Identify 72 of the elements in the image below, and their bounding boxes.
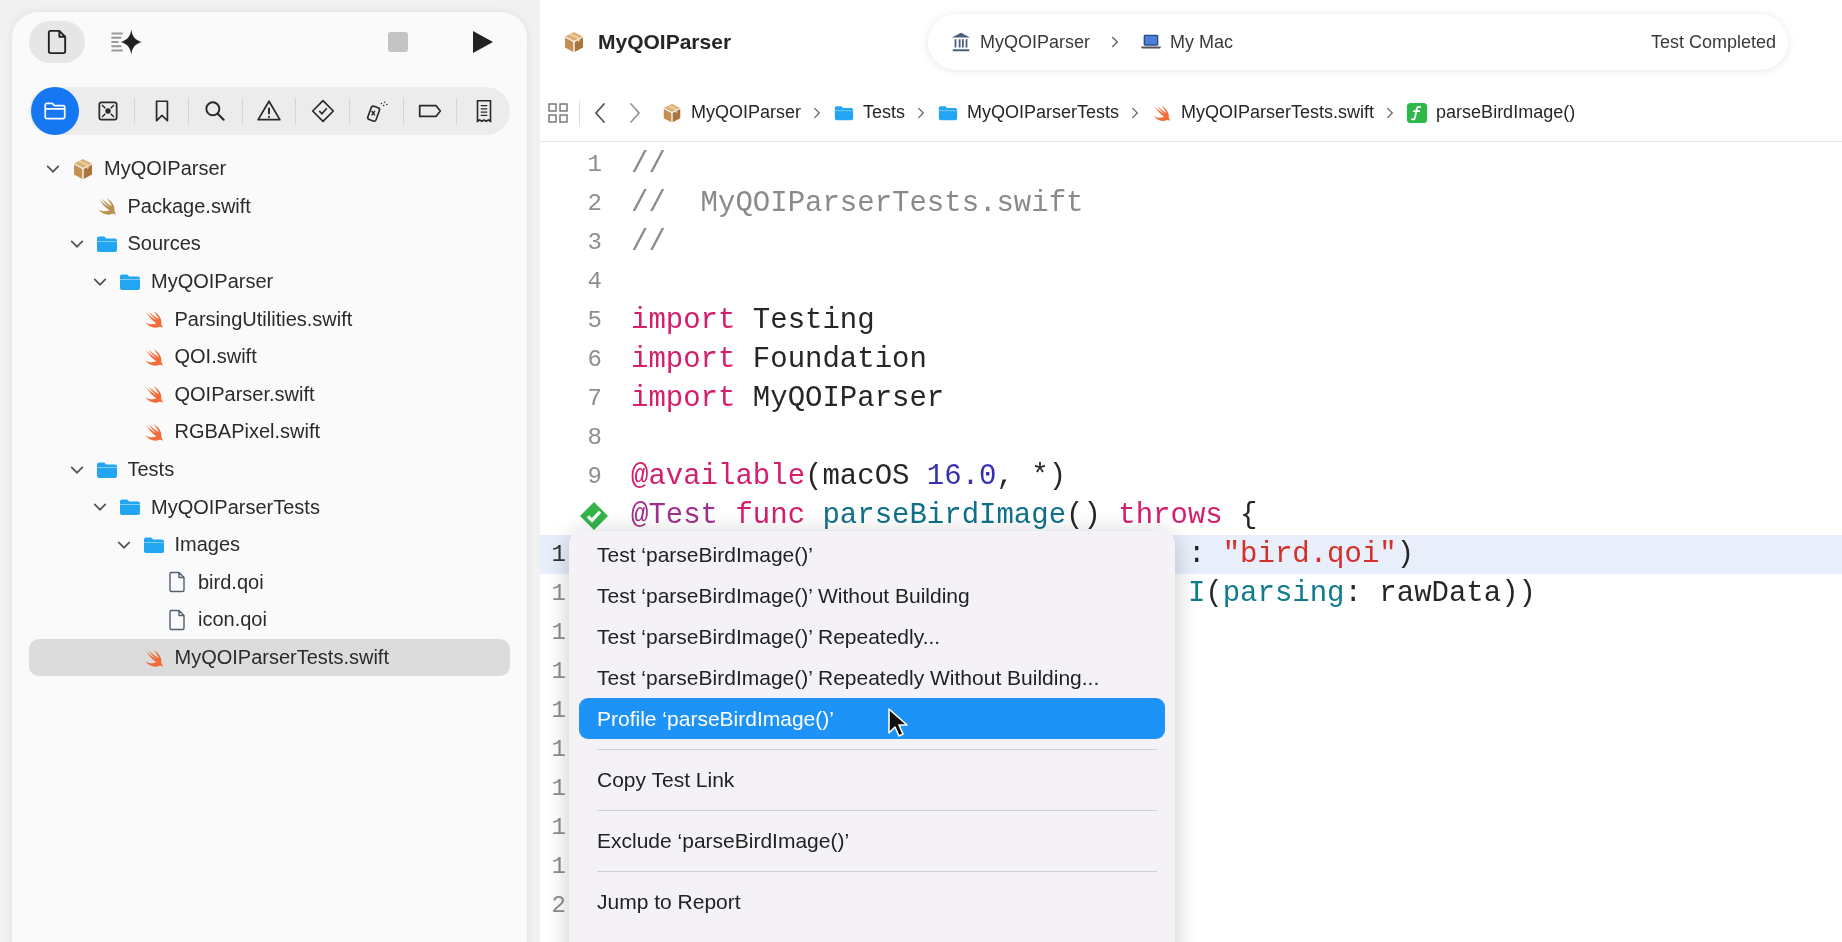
diamond-check-icon [309, 98, 336, 124]
tree-item[interactable]: MyQOIParser [29, 262, 510, 301]
warning-icon [256, 98, 282, 124]
tree-item[interactable]: QOIParser.swift [29, 375, 510, 414]
code-line: // [631, 147, 666, 183]
bank-icon [950, 31, 972, 53]
tree-item[interactable]: bird.qoi [29, 563, 510, 602]
code-line: import Testing [631, 303, 875, 339]
function-icon [1406, 101, 1429, 124]
scheme-item[interactable]: My Mac [1170, 31, 1233, 53]
cursor-icon [887, 707, 909, 739]
tree-item[interactable]: MyQOIParser [29, 150, 510, 188]
menu-item[interactable]: Exclude ‘parseBirdImage()’ [579, 820, 1165, 861]
tree-item[interactable]: ParsingUtilities.swift [29, 300, 510, 338]
tree-item[interactable]: Tests [29, 450, 510, 489]
code-line: @Test func parseBirdImage() throws { [631, 498, 1258, 534]
breadcrumb[interactable]: MyQOIParser [691, 102, 801, 123]
line-number: 1 [551, 736, 566, 763]
menu-item[interactable]: Copy Test Link [579, 759, 1165, 800]
line-number: 2 [551, 892, 566, 919]
tree-item[interactable]: QOI.swift [29, 337, 510, 376]
line-number: 1 [551, 580, 566, 607]
tree-item[interactable]: MyQOIParserTests.swift [29, 638, 510, 677]
line-number: 1 [551, 853, 566, 880]
line-number: 8 [587, 424, 602, 451]
menu-item[interactable]: Test ‘parseBirdImage()’ Repeatedly... [579, 616, 1165, 657]
tree-item[interactable]: RGBAPixel.swift [29, 413, 510, 451]
breadcrumb[interactable]: MyQOIParserTests [967, 102, 1120, 123]
package-icon [562, 30, 586, 54]
tree-item[interactable]: MyQOIParserTests [29, 488, 510, 526]
code-line: import Foundation [631, 342, 927, 378]
grid-icon [546, 100, 570, 125]
breadcrumb[interactable]: parseBirdImage() [1436, 102, 1576, 123]
line-number: 1 [551, 775, 566, 802]
breadcrumb[interactable]: Tests [863, 102, 906, 123]
line-number: 1 [551, 541, 566, 568]
line-number: 1 [551, 814, 566, 841]
line-number: 7 [587, 385, 602, 412]
line-number: 1 [551, 697, 566, 724]
package-icon [661, 101, 683, 124]
code-line: // [631, 225, 666, 261]
tree-item[interactable]: Images [29, 525, 510, 564]
line-number: 9 [587, 463, 602, 490]
line-number: 1 [551, 619, 566, 646]
code-line: : "bird.qoi") [1187, 537, 1415, 573]
line-number: 1 [551, 658, 566, 685]
tree-item[interactable]: Package.swift [29, 187, 510, 226]
code-line: // MyQOIParserTests.swift [631, 186, 1084, 222]
mode-tab[interactable] [29, 21, 85, 63]
line-number: 3 [587, 229, 602, 256]
tree-item[interactable]: icon.qoi [29, 601, 510, 639]
code-line: @available(macOS 16.0, *) [631, 459, 1067, 495]
line-number: 1 [587, 151, 602, 178]
tree-item[interactable]: Sources [29, 225, 510, 263]
test-passed-icon[interactable] [578, 499, 610, 532]
menu-item[interactable]: Test ‘parseBirdImage()’ Repeatedly Without Building... [579, 657, 1165, 698]
play-icon[interactable] [472, 30, 494, 54]
line-number: 4 [587, 268, 602, 295]
target-icon [95, 98, 121, 124]
scheme-item[interactable]: MyQOIParser [980, 31, 1090, 53]
build-status: Test Completed [1650, 31, 1776, 53]
menu-item[interactable]: Jump to Report [579, 881, 1165, 922]
line-number: 2 [587, 190, 602, 217]
project-title: MyQOIParser [598, 30, 732, 54]
menu-item[interactable]: Test ‘parseBirdImage()’ [579, 534, 1165, 575]
code-line: import MyQOIParser [631, 381, 945, 417]
menu-item[interactable]: Test ‘parseBirdImage()’ Without Building [579, 575, 1165, 616]
line-number: 5 [587, 307, 602, 334]
package-icon [71, 156, 95, 181]
line-number: 6 [587, 346, 602, 373]
breadcrumb[interactable]: MyQOIParserTests.swift [1181, 102, 1375, 123]
code-line: I(parsing: rawData)) [1187, 576, 1536, 612]
